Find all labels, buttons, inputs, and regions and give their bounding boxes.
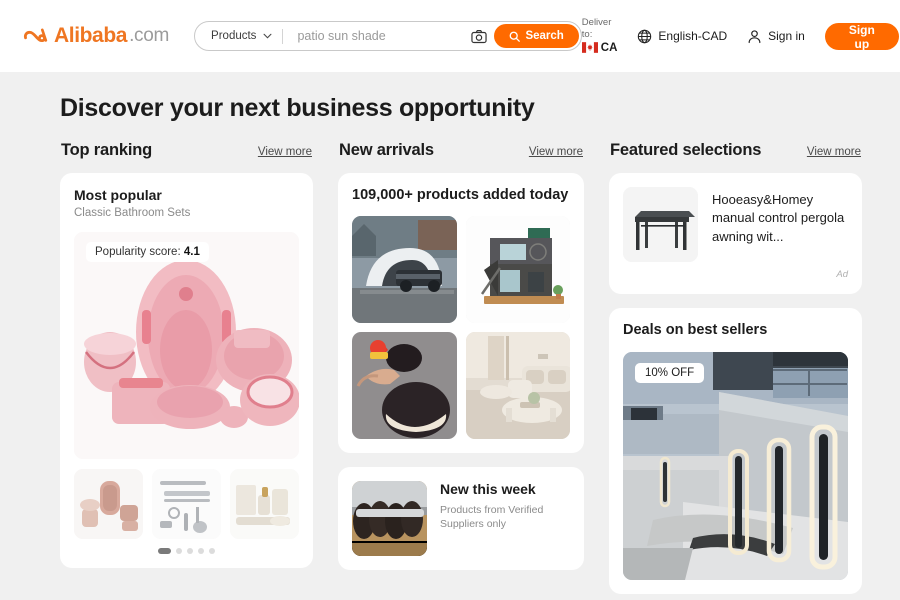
ad-product-title: Hooeasy&Homey manual control pergola awn… — [712, 192, 845, 244]
product-tile[interactable] — [352, 216, 457, 323]
column-new-arrivals: New arrivals View more 109,000+ products… — [338, 133, 584, 594]
page-title: Discover your next business opportunity — [60, 94, 535, 122]
globe-icon — [637, 29, 652, 44]
new-arrivals-grid — [352, 216, 570, 439]
new-arrivals-title: New arrivals — [339, 141, 434, 159]
new-this-week-title: New this week — [440, 481, 536, 497]
ranking-thumbnails — [74, 469, 299, 539]
pergola-awning-image — [623, 187, 698, 262]
carousel-dot[interactable] — [198, 548, 204, 554]
deliver-to-label: Deliver to: — [581, 16, 612, 40]
popularity-score-badge: Popularity score: 4.1 — [86, 242, 209, 262]
featured-title: Featured selections — [610, 141, 762, 159]
top-ranking-title: Top ranking — [61, 141, 152, 159]
site-header: Alibaba .com Products Search Del — [0, 0, 900, 72]
most-popular-subtitle: Classic Bathroom Sets — [74, 207, 191, 219]
deals-title: Deals on best sellers — [623, 322, 768, 338]
hair-bundles-image — [352, 481, 427, 556]
search-icon — [509, 31, 521, 42]
product-tile[interactable] — [465, 216, 570, 323]
column-top-ranking: Top ranking View more Most popular Class… — [60, 133, 313, 594]
new-arrivals-view-more[interactable]: View more — [529, 146, 583, 158]
thumbnail-item[interactable] — [74, 469, 143, 539]
carousel-dot[interactable] — [176, 548, 182, 554]
search-button-label: Search — [525, 30, 564, 42]
search-input[interactable] — [283, 29, 469, 43]
new-this-week-text: New this week Products from Verified Sup… — [440, 481, 570, 531]
page-content: Discover your next business opportunity … — [0, 72, 900, 594]
user-icon — [747, 29, 762, 44]
new-this-week-subtitle: Products from Verified Suppliers only — [440, 504, 544, 531]
outdoor-wall-lights-image — [623, 352, 848, 580]
living-room-furniture-image — [465, 332, 570, 439]
column-featured-selections: Featured selections View more Hooeasy&Ho… — [609, 133, 862, 594]
bathroom-set-image[interactable]: Popularity score: 4.1 — [74, 232, 299, 459]
popularity-score-label: Popularity score: — [95, 246, 181, 258]
pink-bathroom-set-illustration — [74, 232, 299, 459]
top-ranking-view-more[interactable]: View more — [258, 146, 312, 158]
canada-flag-icon — [581, 42, 598, 54]
pergola-awning-thumbnail — [623, 187, 698, 262]
language-label: English-CAD — [658, 29, 728, 43]
deals-card: Deals on best sellers 10% OFF — [609, 308, 862, 594]
new-arrivals-card[interactable]: 109,000+ products added today — [338, 173, 584, 453]
product-tile[interactable] — [465, 332, 570, 439]
carousel-dot[interactable] — [187, 548, 193, 554]
language-selector[interactable]: English-CAD — [637, 29, 727, 44]
most-popular-title: Most popular — [74, 187, 162, 203]
carousel-dot[interactable] — [209, 548, 215, 554]
discount-badge: 10% OFF — [635, 363, 705, 383]
car-shelter-carport-image — [352, 216, 457, 323]
category-dropdown[interactable]: Products — [195, 30, 282, 42]
alibaba-swoosh-icon — [22, 25, 52, 47]
deliver-to-selector[interactable]: Deliver to: CA — [581, 16, 618, 55]
ad-content: Hooeasy&Homey manual control pergola awn… — [623, 187, 848, 280]
carousel-dots — [74, 548, 299, 554]
featured-header: Featured selections View more — [609, 133, 862, 173]
beige-bathroom-accessories-icon — [230, 469, 299, 539]
new-this-week-inner: New this week Products from Verified Sup… — [352, 481, 570, 556]
category-label: Products — [211, 30, 257, 42]
search-bar: Products Search — [194, 21, 582, 51]
camera-icon[interactable] — [468, 25, 490, 47]
sign-up-button[interactable]: Sign up — [824, 22, 899, 51]
carousel-dot[interactable] — [158, 548, 171, 554]
alibaba-logo[interactable]: Alibaba .com — [22, 24, 169, 48]
hair-wig-image — [352, 332, 457, 439]
chrome-bathroom-hardware-icon — [152, 469, 221, 539]
thumbnail-item[interactable] — [152, 469, 221, 539]
logo-brand-text: Alibaba — [54, 24, 128, 47]
chevron-down-icon — [263, 33, 272, 39]
deals-product-image[interactable]: 10% OFF — [623, 352, 848, 580]
most-popular-card[interactable]: Most popular Classic Bathroom Sets Popul… — [60, 173, 313, 568]
logo-suffix-text: .com — [129, 25, 170, 46]
content-columns: Top ranking View more Most popular Class… — [38, 133, 862, 594]
thumbnail-item[interactable] — [230, 469, 299, 539]
featured-view-more[interactable]: View more — [807, 146, 861, 158]
pink-bathroom-fixtures-icon — [74, 469, 143, 539]
sign-in-label: Sign in — [768, 29, 805, 43]
top-ranking-header: Top ranking View more — [60, 133, 313, 173]
deliver-country-code: CA — [600, 41, 618, 54]
search-button[interactable]: Search — [494, 24, 579, 48]
ad-label: Ad — [836, 269, 848, 280]
sign-in-link[interactable]: Sign in — [747, 29, 805, 44]
products-added-today-title: 109,000+ products added today — [352, 187, 569, 203]
header-right-actions: Deliver to: CA English-CAD Sign in Sign … — [581, 16, 899, 55]
featured-ad-card[interactable]: Hooeasy&Homey manual control pergola awn… — [609, 173, 862, 294]
new-this-week-card[interactable]: New this week Products from Verified Sup… — [338, 467, 584, 570]
product-tile[interactable] — [352, 332, 457, 439]
container-house-image — [465, 216, 570, 323]
popularity-score-value: 4.1 — [183, 246, 200, 258]
new-arrivals-header: New arrivals View more — [338, 133, 584, 173]
hair-bundles-thumbnail — [352, 481, 427, 556]
